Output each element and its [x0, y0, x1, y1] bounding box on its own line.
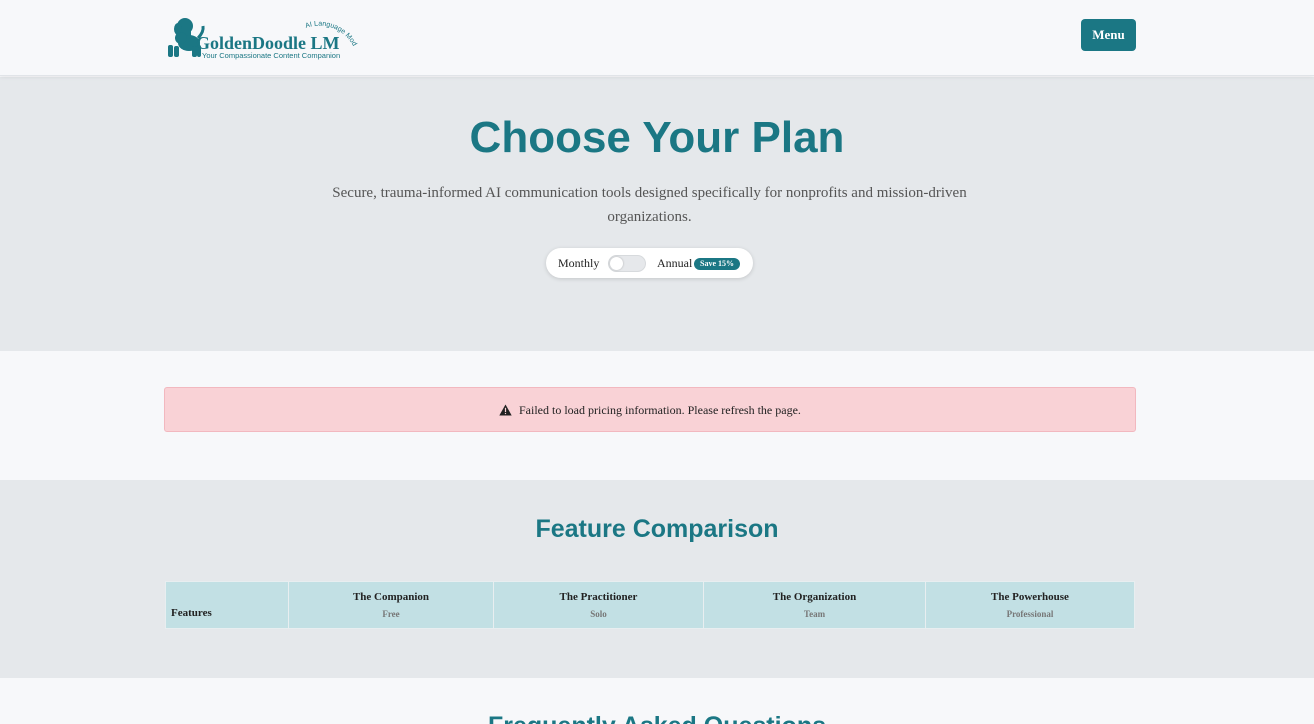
plan-header-practitioner: The Practitioner Solo [493, 581, 704, 629]
logo-tagline: Your Compassionate Content Companion [202, 51, 340, 60]
logo-wordmark: GoldenDoodle LM [196, 33, 340, 53]
faq-section: Frequently Asked Questions [0, 678, 1314, 724]
page-subtitle: Secure, trauma-informed AI communication… [332, 185, 967, 225]
hero-section: Choose Your Plan Secure, trauma-informed… [0, 77, 1314, 351]
monthly-label[interactable]: Monthly [558, 256, 599, 271]
alert-section: Failed to load pricing information. Plea… [0, 351, 1314, 480]
plan-header-organization: The Organization Team [703, 581, 926, 629]
plan-header-companion: The Companion Free [288, 581, 494, 629]
table-header-row: Features The Companion Free The Practiti… [165, 581, 1135, 629]
billing-toggle: Monthly Annual Save 15% [546, 248, 753, 278]
features-header: Features [165, 581, 289, 629]
comparison-table: Features The Companion Free The Practiti… [165, 581, 1135, 629]
page-title: Choose Your Plan [469, 113, 845, 162]
plan-tier: Team [803, 609, 826, 619]
warning-icon [499, 404, 512, 416]
logo[interactable]: GoldenDoodle LM Your Compassionate Conte… [166, 12, 358, 62]
switch-knob [610, 257, 623, 270]
plan-tier: Solo [590, 609, 607, 619]
site-header: GoldenDoodle LM Your Compassionate Conte… [0, 0, 1314, 76]
plan-header-powerhouse: The Powerhouse Professional [925, 581, 1135, 629]
plan-name: The Companion [352, 591, 430, 603]
save-badge: Save 15% [694, 258, 740, 270]
plan-tier: Professional [1006, 609, 1054, 619]
comparison-title: Feature Comparison [535, 515, 779, 543]
faq-title: Frequently Asked Questions [0, 712, 1314, 724]
feature-comparison-section: Feature Comparison Features The Companio… [0, 480, 1314, 678]
plan-name: The Organization [772, 591, 857, 603]
plan-name: The Powerhouse [991, 591, 1069, 603]
billing-switch[interactable] [608, 255, 646, 272]
plan-name: The Practitioner [559, 591, 638, 603]
annual-label[interactable]: Annual [657, 256, 692, 271]
error-alert: Failed to load pricing information. Plea… [164, 387, 1136, 432]
plan-tier: Free [382, 609, 400, 619]
alert-message: Failed to load pricing information. Plea… [519, 403, 801, 417]
menu-button[interactable]: Menu [1081, 19, 1136, 51]
